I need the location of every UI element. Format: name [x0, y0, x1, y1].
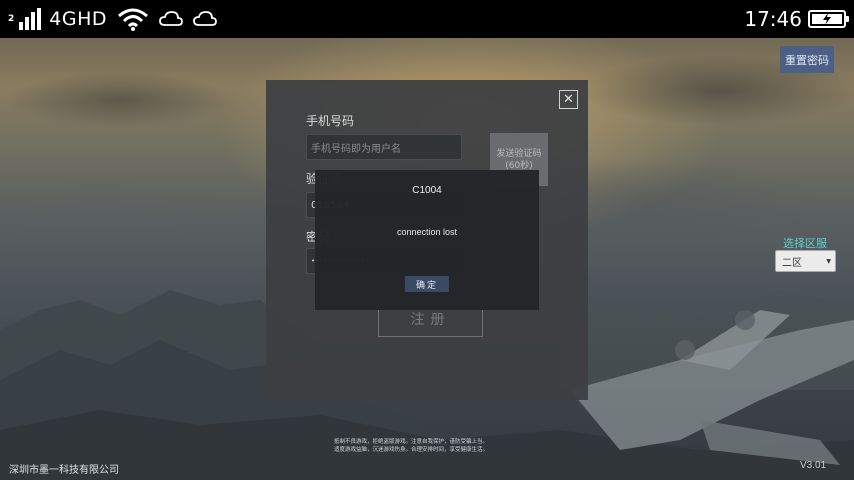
- cloud-icon: [193, 11, 217, 26]
- server-select-label: 选择区服: [783, 237, 827, 250]
- server-select[interactable]: 二区 ▼: [775, 250, 836, 272]
- error-dialog: C1004 connection lost 确定: [315, 170, 539, 310]
- dropdown-caret-icon: ▼: [826, 258, 831, 265]
- health-notice: 抵制不良游戏，拒绝盗版游戏。注意自我保护，谨防受骗上当。 适度游戏益脑，沉迷游戏…: [334, 438, 564, 454]
- network-type: 4GHD: [49, 8, 107, 30]
- company-name: 深圳市墨一科技有限公司: [9, 465, 119, 476]
- phone-input[interactable]: 手机号码即为用户名: [306, 134, 462, 160]
- ok-button[interactable]: 确定: [405, 276, 449, 292]
- server-selected-value: 二区: [782, 257, 802, 269]
- send-code-label: 发送验证码: [496, 148, 542, 159]
- sim-slot-number: 2: [8, 14, 15, 24]
- status-bar-left: 2 4GHD: [8, 7, 217, 31]
- status-bar: 2 4GHD 17:46: [0, 0, 854, 38]
- version-label: V3.01: [800, 460, 827, 471]
- signal-strength-icon: [19, 8, 42, 30]
- error-message: connection lost: [396, 227, 458, 237]
- cloud-sync-icon: [159, 11, 183, 26]
- battery-charging-icon: [808, 10, 849, 28]
- close-button[interactable]: ✕: [559, 90, 578, 109]
- background-airplane: [570, 310, 854, 465]
- error-code: C1004: [412, 185, 442, 196]
- health-notice-line-2: 适度游戏益脑，沉迷游戏伤身。合理安排时间，享受健康生活。: [334, 447, 489, 453]
- health-notice-line-1: 抵制不良游戏，拒绝盗版游戏。注意自我保护，谨防受骗上当。: [334, 439, 489, 445]
- wifi-icon: [118, 8, 148, 31]
- clock: 17:46: [744, 7, 802, 31]
- reset-password-button[interactable]: 重置密码: [780, 46, 834, 73]
- phone-label: 手机号码: [306, 114, 355, 128]
- status-bar-right: 17:46: [744, 7, 849, 31]
